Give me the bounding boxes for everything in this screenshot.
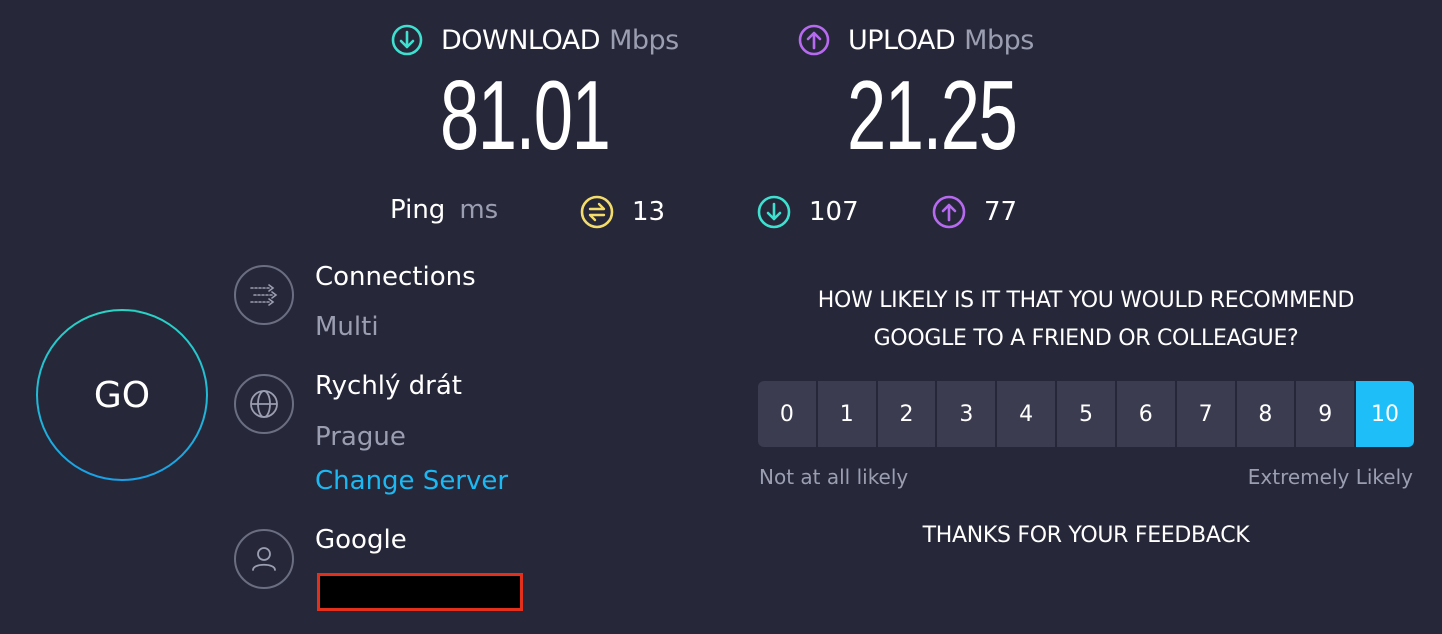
download-header: DOWNLOAD Mbps [391, 24, 679, 56]
upload-icon [798, 24, 830, 56]
ping-upload-icon [932, 195, 966, 229]
download-unit: Mbps [609, 24, 679, 56]
globe-icon [234, 374, 294, 434]
ping-jitter-icon [580, 195, 614, 229]
change-server-link[interactable]: Change Server [315, 466, 508, 496]
rating-option-8[interactable]: 8 [1236, 381, 1295, 447]
ping-upload: 77 [932, 195, 1017, 229]
download-value: 81.01 [440, 60, 611, 170]
survey-question-line1: HOW LIKELY IS IT THAT YOU WOULD RECOMMEN… [817, 288, 1355, 313]
rating-option-3[interactable]: 3 [937, 381, 996, 447]
rating-option-0[interactable]: 0 [758, 381, 816, 447]
go-button[interactable]: GO [36, 309, 208, 481]
rating-option-10[interactable]: 10 [1356, 381, 1414, 447]
server-location: Prague [315, 422, 406, 452]
scale-low-label: Not at all likely [759, 465, 909, 489]
user-icon [234, 529, 294, 589]
survey-question: HOW LIKELY IS IT THAT YOU WOULD RECOMMEN… [760, 282, 1412, 358]
connections-icon [234, 265, 294, 325]
server-name: Rychlý drát [315, 371, 462, 401]
rating-option-1[interactable]: 1 [817, 381, 876, 447]
upload-label: UPLOAD [848, 24, 956, 56]
upload-value: 21.25 [847, 60, 1018, 170]
rating-option-5[interactable]: 5 [1057, 381, 1115, 447]
ping-idle: 13 [580, 195, 665, 229]
go-button-label: GO [93, 374, 151, 416]
ping-label-group: Ping ms [390, 195, 498, 225]
upload-unit: Mbps [964, 24, 1034, 56]
upload-header: UPLOAD Mbps [798, 24, 1034, 56]
rating-scale: 0 1 2 3 4 5 6 7 8 9 10 [758, 381, 1414, 447]
ping-unit: ms [459, 195, 499, 225]
connections-title: Connections [315, 262, 476, 292]
rating-option-2[interactable]: 2 [877, 381, 936, 447]
download-icon [391, 24, 423, 56]
rating-option-9[interactable]: 9 [1296, 381, 1355, 447]
ping-idle-value: 13 [632, 197, 666, 227]
ping-download-icon [757, 195, 791, 229]
survey-question-line2: GOOGLE TO A FRIEND OR COLLEAGUE? [873, 326, 1299, 351]
rating-option-4[interactable]: 4 [997, 381, 1056, 447]
ping-download: 107 [757, 195, 859, 229]
connections-mode[interactable]: Multi [315, 312, 379, 342]
provider-name: Google [315, 525, 407, 555]
rating-option-6[interactable]: 6 [1116, 381, 1175, 447]
scale-high-label: Extremely Likely [1247, 465, 1413, 489]
thanks-message: THANKS FOR YOUR FEEDBACK [922, 523, 1250, 548]
ping-download-value: 107 [809, 197, 859, 227]
download-label: DOWNLOAD [441, 24, 601, 56]
rating-option-7[interactable]: 7 [1176, 381, 1235, 447]
ping-label: Ping [390, 195, 446, 225]
ping-upload-value: 77 [984, 197, 1018, 227]
redacted-ip [317, 573, 523, 611]
